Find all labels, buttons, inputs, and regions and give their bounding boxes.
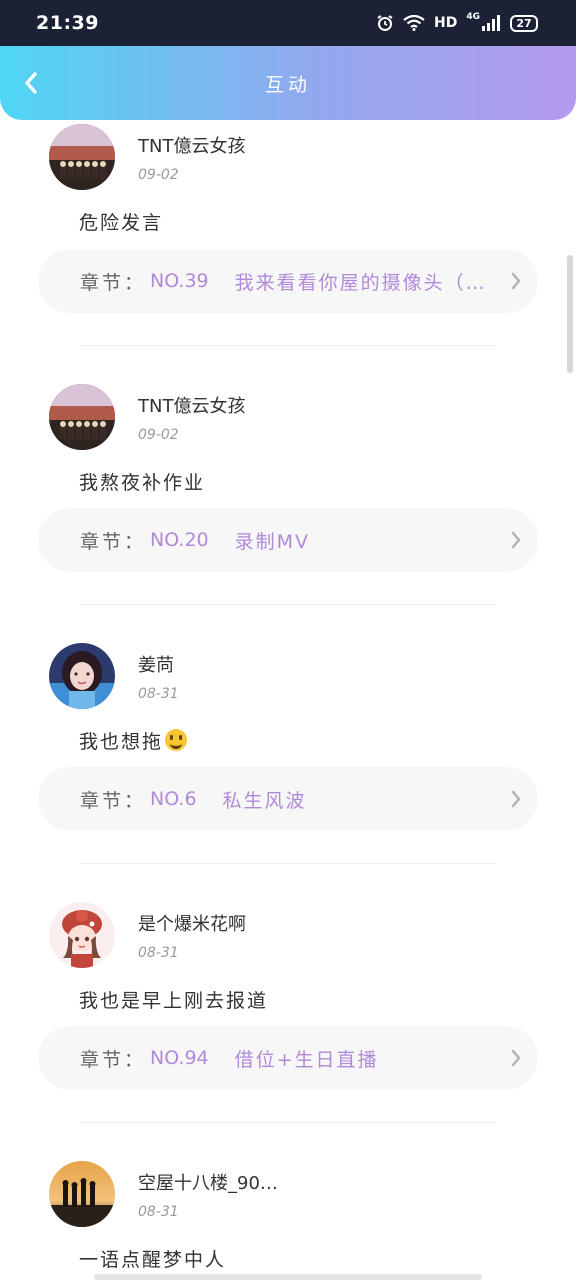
chevron-right-icon	[511, 1049, 521, 1067]
avatar[interactable]	[49, 124, 115, 190]
signal-icon	[482, 15, 500, 31]
avatar[interactable]	[49, 902, 115, 968]
post-author[interactable]: 空屋十八楼_90…	[138, 1169, 278, 1195]
chevron-right-icon	[511, 531, 521, 549]
alarm-icon	[377, 15, 393, 31]
signal-label: 4G	[466, 12, 480, 22]
interaction-feed[interactable]: TNT億云女孩 09-02 危险发言 章节： NO.39 我来看看你屋的摄像头（…	[0, 120, 576, 1280]
chevron-right-icon	[511, 790, 521, 808]
post-author[interactable]: TNT億云女孩	[138, 392, 245, 418]
chapter-label: 章节：	[80, 271, 147, 294]
wifi-icon	[403, 15, 425, 31]
chapter-link[interactable]: 章节： NO.39 我来看看你屋的摄像头（…	[38, 249, 538, 313]
network-type: HD	[434, 15, 458, 31]
status-bar: 21:39 HD 4G 27	[0, 0, 576, 46]
battery-indicator: 27	[510, 14, 538, 32]
post-date: 08-31	[138, 1204, 179, 1220]
chevron-right-icon	[511, 272, 521, 290]
post-author[interactable]: 是个爆米花啊	[138, 910, 246, 936]
post-content: 我也想拖	[79, 727, 188, 754]
chevron-left-icon	[25, 72, 37, 94]
chapter-link[interactable]: 章节： NO.6 私生风波	[38, 767, 538, 831]
divider	[80, 604, 496, 605]
chapter-number: NO.20	[150, 529, 209, 551]
avatar[interactable]	[49, 384, 115, 450]
scrollbar[interactable]	[567, 255, 573, 373]
avatar-girl-photo	[49, 643, 115, 709]
chapter-title: 借位+生日直播	[234, 1048, 379, 1071]
post-date: 09-02	[138, 167, 179, 183]
page-title: 互动	[264, 73, 311, 96]
gesture-bar	[94, 1274, 482, 1280]
post-author[interactable]: 姜苘	[138, 651, 174, 677]
divider	[80, 345, 496, 346]
divider	[80, 1122, 496, 1123]
divider	[80, 863, 496, 864]
post-content-text: 我也想拖	[79, 731, 164, 753]
avatar-group-photo	[49, 124, 115, 190]
post-date: 08-31	[138, 945, 179, 961]
app-header: 互动	[0, 46, 576, 120]
avatar-cartoon-girl	[49, 902, 115, 968]
chapter-number: NO.39	[150, 270, 209, 292]
avatar[interactable]	[49, 1161, 115, 1227]
chapter-number: NO.6	[150, 788, 197, 810]
chapter-label: 章节：	[80, 1048, 147, 1071]
chapter-title: 我来看看你屋的摄像头（…	[234, 271, 487, 294]
post-content: 我熬夜补作业	[79, 472, 206, 494]
post-author[interactable]: TNT億云女孩	[138, 132, 245, 158]
chapter-link[interactable]: 章节： NO.20 录制MV	[38, 508, 538, 572]
post-date: 08-31	[138, 686, 179, 702]
post-content: 一语点醒梦中人	[79, 1249, 227, 1271]
post-content: 我也是早上刚去报道	[79, 990, 269, 1012]
avatar[interactable]	[49, 643, 115, 709]
smile-emoji-icon	[165, 729, 188, 751]
status-icons: HD 4G 27	[376, 12, 538, 32]
post-content: 危险发言	[79, 212, 164, 234]
chapter-label: 章节：	[80, 789, 147, 812]
post-date: 09-02	[138, 427, 179, 443]
chapter-link[interactable]: 章节： NO.94 借位+生日直播	[38, 1026, 538, 1090]
status-time: 21:39	[36, 12, 99, 34]
chapter-title: 私生风波	[222, 789, 307, 812]
chapter-label: 章节：	[80, 530, 147, 553]
avatar-sunset-photo	[49, 1161, 115, 1227]
avatar-group-photo	[49, 384, 115, 450]
chapter-title: 录制MV	[234, 530, 311, 553]
back-button[interactable]	[14, 66, 48, 100]
chapter-number: NO.94	[150, 1047, 209, 1069]
